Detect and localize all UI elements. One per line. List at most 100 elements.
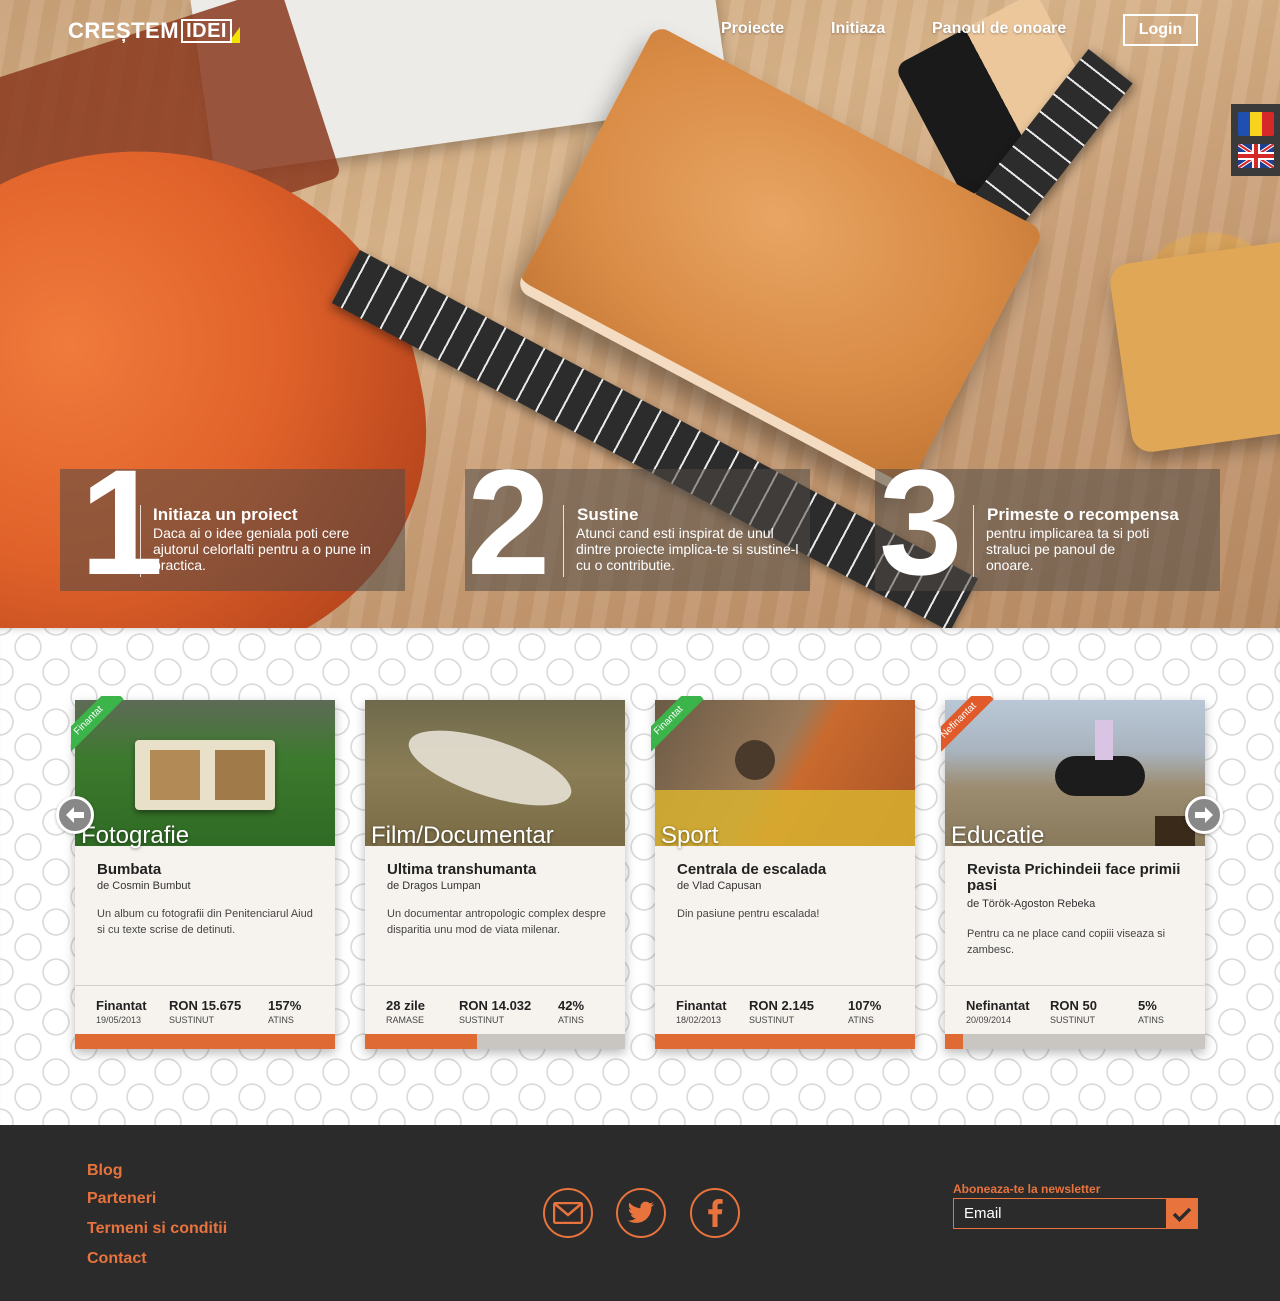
newsletter-label: Aboneaza-te la newsletter <box>953 1182 1101 1196</box>
progress-fill <box>655 1034 915 1049</box>
footer-link-termeni[interactable]: Termeni si conditii <box>87 1220 227 1238</box>
login-button[interactable]: Login <box>1123 14 1198 46</box>
hero-banner: CREȘTEM IDEI Proiecte Initiaza Panoul de… <box>0 0 1280 628</box>
card-divider <box>945 985 1205 986</box>
stat-percent-label: ATINS <box>848 1015 874 1025</box>
twitter-icon <box>627 1201 655 1223</box>
project-description: Din pasiune pentru escalada! <box>677 908 820 920</box>
footer-link-parteneri[interactable]: Parteneri <box>87 1190 156 1208</box>
progress-bar <box>945 1034 1205 1049</box>
carousel-next-button[interactable] <box>1185 796 1223 834</box>
project-card[interactable]: Finantat Sport Centrala de escalada de V… <box>651 696 915 1049</box>
stat-amount: RON 2.145 <box>749 998 815 1013</box>
progress-bar <box>75 1034 335 1049</box>
facebook-social-button[interactable] <box>690 1188 740 1238</box>
stat-amount-label: SUSTINUT <box>749 1015 794 1025</box>
footer-link-contact[interactable]: Contact <box>87 1250 147 1268</box>
romania-flag-icon[interactable] <box>1237 112 1274 136</box>
project-card[interactable]: Nefinantat Educatie Revista Prichindeii … <box>941 696 1205 1049</box>
project-category[interactable]: Educatie <box>951 822 1044 850</box>
step-number: 2 <box>467 438 551 606</box>
step-title: Primeste o recompensa <box>987 505 1179 524</box>
email-social-button[interactable] <box>543 1188 593 1238</box>
step-title: Initiaza un proiect <box>153 505 298 524</box>
stat-status: 28 zile <box>386 998 426 1013</box>
step-text: pentru implicarea ta si poti straluci pe… <box>986 525 1150 573</box>
stat-status-date: 19/05/2013 <box>96 1015 142 1025</box>
project-description: Pentru ca ne place cand copiii viseaza s… <box>967 928 1166 956</box>
progress-fill <box>945 1034 964 1049</box>
stat-status-date: 20/09/2014 <box>966 1015 1012 1025</box>
facebook-icon <box>708 1199 723 1227</box>
project-card[interactable]: Finantat Fotografie Bumbata de Cosmin Bu… <box>71 696 335 1049</box>
stat-amount-label: SUSTINUT <box>1050 1015 1095 1025</box>
arrow-left-icon <box>66 807 84 823</box>
stat-percent: 157% <box>268 998 302 1013</box>
stat-percent-label: ATINS <box>1138 1015 1164 1025</box>
progress-fill <box>365 1034 477 1049</box>
newsletter-submit-button[interactable] <box>1166 1198 1198 1229</box>
arrow-right-icon <box>1195 807 1213 823</box>
nav-item-panoul-de-onoare[interactable]: Panoul de onoare <box>932 20 1066 38</box>
step-2: 2 Sustine Atunci cand esti inspirat de u… <box>465 447 810 597</box>
stat-amount-label: SUSTINUT <box>169 1015 214 1025</box>
stat-percent-label: ATINS <box>558 1015 584 1025</box>
stat-amount-label: SUSTINUT <box>459 1015 504 1025</box>
project-category[interactable]: Sport <box>661 822 718 850</box>
project-title[interactable]: Ultima transhumanta <box>387 862 612 878</box>
project-description: Un album cu fotografii din Penitenciarul… <box>97 908 313 936</box>
progress-bar <box>655 1034 915 1049</box>
status-ribbon: Finantat <box>651 696 721 766</box>
step-title: Sustine <box>577 505 639 524</box>
stat-amount: RON 15.675 <box>169 998 242 1013</box>
stat-percent: 107% <box>848 998 882 1013</box>
project-card[interactable]: Film/Documentar Ultima transhumanta de D… <box>365 700 625 1049</box>
ribbon-label: Finantat <box>651 696 704 756</box>
card-divider <box>365 985 625 986</box>
card-divider <box>655 985 915 986</box>
stat-percent-label: ATINS <box>268 1015 294 1025</box>
step-number: 1 <box>80 438 164 606</box>
project-category[interactable]: Film/Documentar <box>371 822 554 850</box>
main-nav: Proiecte Initiaza Panoul de onoare <box>0 20 1280 44</box>
progress-fill <box>75 1034 335 1049</box>
newsletter-email-input[interactable] <box>953 1198 1167 1229</box>
project-description: Un documentar antropologic complex despr… <box>387 908 606 936</box>
step-divider <box>973 505 974 577</box>
step-number: 3 <box>879 438 963 606</box>
uk-flag-icon[interactable] <box>1237 144 1274 168</box>
stat-status-date: 18/02/2013 <box>676 1015 722 1025</box>
project-author: de Cosmin Bumbut <box>97 880 191 892</box>
stat-status-date: RAMASE <box>386 1015 425 1025</box>
project-title[interactable]: Centrala de escalada <box>677 862 902 878</box>
stat-status: Finantat <box>96 998 147 1013</box>
hero-photo-wallet <box>1107 235 1280 455</box>
nav-item-initiaza[interactable]: Initiaza <box>831 20 885 38</box>
stat-percent: 5% <box>1138 998 1157 1013</box>
step-divider <box>140 505 141 577</box>
checkmark-icon <box>1172 1207 1192 1222</box>
stat-amount: RON 14.032 <box>459 998 532 1013</box>
ribbon-label: Nefinantat <box>941 696 994 756</box>
step-3: 3 Primeste o recompensa pentru implicare… <box>875 447 1220 597</box>
projects-carousel: Finantat Fotografie Bumbata de Cosmin Bu… <box>0 628 1280 1125</box>
stat-status: Nefinantat <box>966 998 1030 1013</box>
project-category[interactable]: Fotografie <box>81 822 189 850</box>
footer-link-blog[interactable]: Blog <box>87 1162 123 1180</box>
step-text: Atunci cand esti inspirat de unul dintre… <box>576 525 799 573</box>
progress-bar <box>365 1034 625 1049</box>
carousel-prev-button[interactable] <box>56 796 94 834</box>
step-text: Daca ai o idee geniala poti cere ajutoru… <box>153 525 371 573</box>
nav-item-proiecte[interactable]: Proiecte <box>721 20 784 38</box>
project-author: de Vlad Capusan <box>677 880 762 892</box>
project-author: de Török-Agoston Rebeka <box>967 898 1096 910</box>
stat-status: Finantat <box>676 998 727 1013</box>
project-title[interactable]: Bumbata <box>97 862 322 878</box>
status-ribbon: Finantat <box>71 696 141 766</box>
step-1: 1 Initiaza un proiect Daca ai o idee gen… <box>60 447 405 597</box>
language-switcher <box>1231 104 1280 176</box>
ribbon-label: Finantat <box>71 696 124 756</box>
card-divider <box>75 985 335 986</box>
project-title[interactable]: Revista Prichindeii face primii pasi <box>967 862 1192 894</box>
twitter-social-button[interactable] <box>616 1188 666 1238</box>
